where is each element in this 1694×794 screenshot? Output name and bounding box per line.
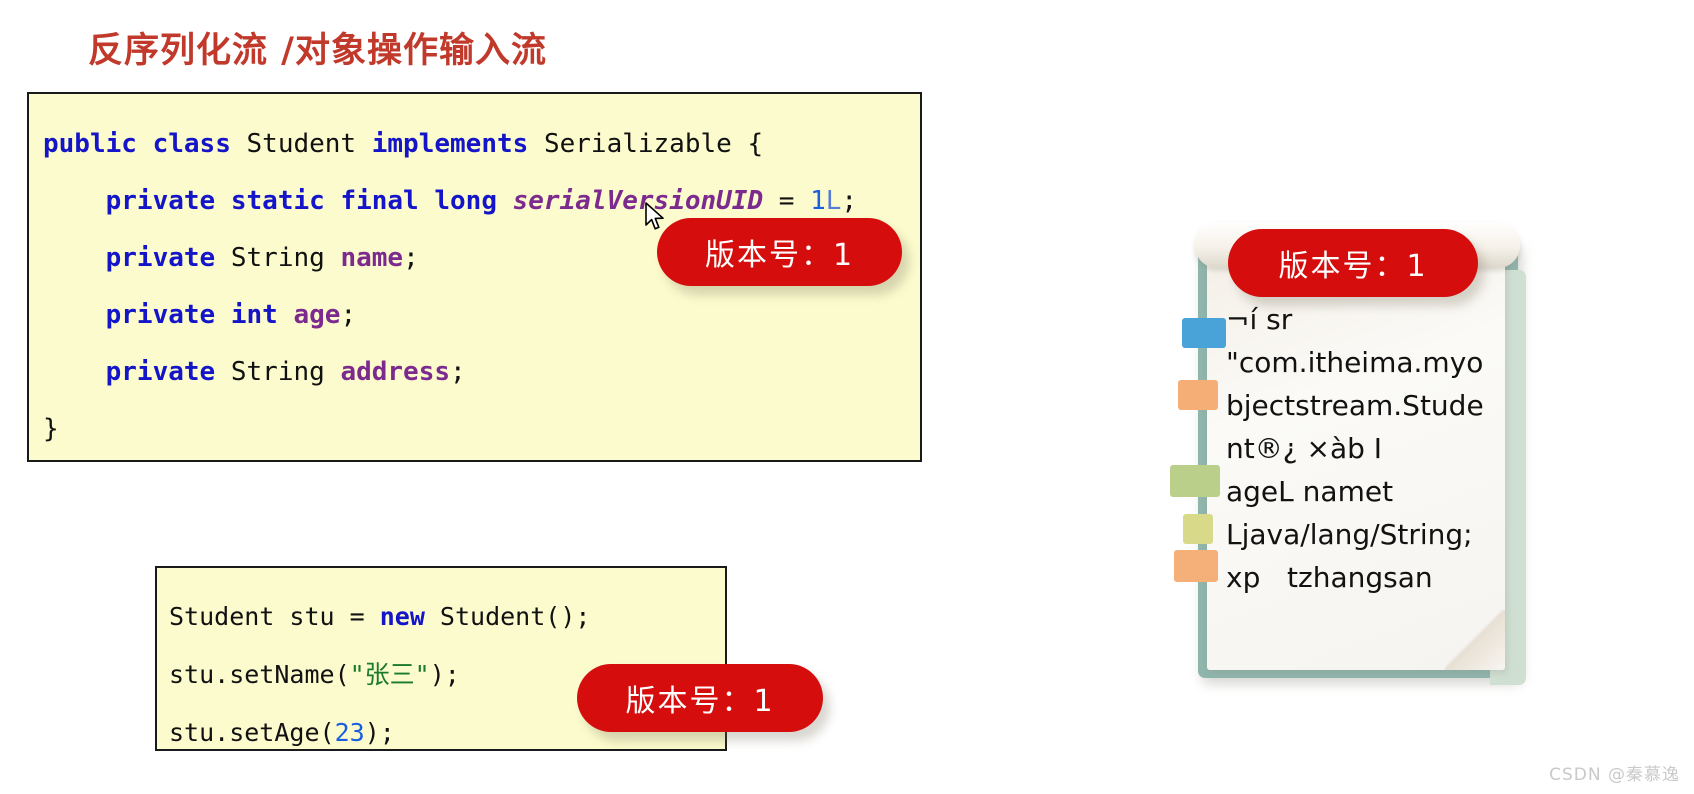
code-token-plain: );: [429, 660, 460, 689]
code-token-sv: serialVersionUID: [512, 186, 764, 216]
version-badge-class: 版本号：1: [657, 218, 902, 286]
code-token-kw: class: [152, 129, 231, 159]
code-token-plain: Serializable {: [528, 129, 764, 159]
code-token-kw: private: [105, 357, 216, 387]
code-token-plain: stu.setAge(: [169, 718, 335, 747]
code-token-plain: ;: [841, 186, 858, 216]
code-token-plain: Student();: [424, 602, 591, 631]
code-token-num: 1: [810, 186, 826, 216]
notepad-tab-3: [1183, 514, 1213, 544]
code-token-kw: static: [230, 186, 325, 216]
code-token-kw: private: [105, 243, 216, 273]
version-badge-usage: 版本号：1: [577, 664, 823, 732]
notepad-tab-1: [1178, 380, 1218, 410]
code-token-plain: stu.setName(: [169, 660, 350, 689]
code-token-kw: new: [379, 602, 425, 631]
notepad-serialized-text: ¬í sr "com.itheima.myobjectstream.Student…: [1226, 298, 1488, 599]
code-token-fld: age: [293, 300, 341, 330]
code-lines-student: public class Student implements Serializ…: [43, 116, 920, 458]
code-token-fld: address: [340, 357, 451, 387]
code-token-kw: private: [105, 300, 216, 330]
code-line: }: [43, 401, 920, 458]
code-token-plain: ;: [450, 357, 466, 387]
code-token-plain: }: [43, 414, 59, 444]
code-token-fld: name: [340, 243, 404, 273]
code-token-plain: Student: [230, 129, 372, 159]
notepad-line: ageL namet Ljava/lang/String;xp tzhangsa…: [1226, 475, 1473, 594]
code-token-plain: ;: [340, 300, 357, 330]
notepad-tab-2: [1170, 465, 1220, 497]
code-line: Student stu = new Student();: [169, 588, 725, 646]
code-token-plain: Student stu =: [169, 602, 380, 631]
code-token-kw: int: [230, 300, 278, 330]
notepad-line: "com.itheima.myobjectstream.Student®¿ ×à…: [1226, 346, 1484, 465]
page-title: 反序列化流 /对象操作输入流: [88, 31, 547, 71]
code-token-str: "张三": [349, 660, 430, 689]
code-line: public class Student implements Serializ…: [43, 116, 920, 173]
notepad-line: ¬í sr: [1226, 303, 1293, 336]
code-token-plain: String: [215, 243, 341, 273]
code-token-kw: public: [43, 129, 137, 159]
code-token-suffix: L: [825, 186, 842, 216]
code-token-kw: private: [105, 186, 216, 216]
code-token-plain: String: [215, 357, 341, 387]
code-token-plain: );: [364, 718, 395, 747]
version-badge-notepad: 版本号：1: [1228, 229, 1478, 297]
notepad-tab-4: [1174, 550, 1218, 582]
code-token-plain: =: [763, 186, 811, 216]
code-token-plain: ;: [403, 243, 419, 273]
code-token-kw: implements: [371, 129, 529, 159]
notepad-page-curl: [1445, 610, 1505, 670]
code-token-num: 23: [334, 718, 365, 747]
code-token-kw: long: [434, 186, 497, 216]
code-token-kw: final: [340, 186, 419, 216]
code-line: private String address;: [43, 344, 920, 401]
notepad-tab-0: [1182, 318, 1226, 348]
watermark: CSDN @秦慕逸: [1549, 765, 1680, 785]
code-line: private int age;: [43, 287, 920, 344]
